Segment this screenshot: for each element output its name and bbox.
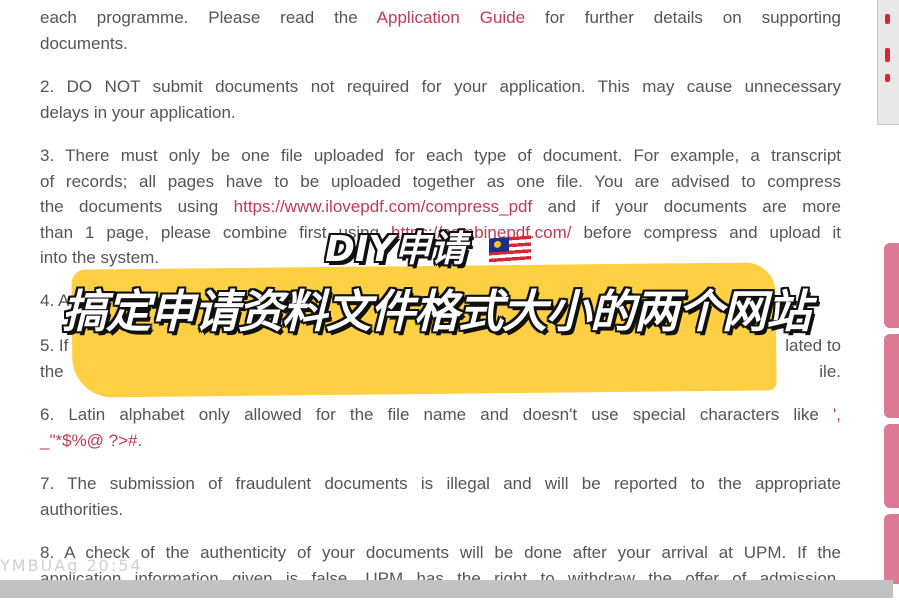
text-line: authorities. (40, 497, 841, 523)
malaysia-flag-icon (489, 235, 531, 263)
side-tab-3[interactable] (884, 424, 899, 508)
side-tab-1[interactable] (884, 243, 899, 328)
text-segment: documents. (40, 33, 128, 53)
horizontal-scrollbar[interactable] (0, 580, 893, 598)
text-segment: before compress and upload it (571, 222, 841, 242)
text-line: 6. Latin alphabet only allowed for the f… (40, 402, 841, 428)
text-line: each programme. Please read the Applicat… (40, 5, 841, 31)
watermark: YMBUAg 20:54 (0, 556, 143, 575)
text-segment: delays in your application. (40, 102, 236, 122)
link[interactable]: https://www.ilovepdf.com/compress_pdf (234, 197, 533, 216)
text-segment: authorities. (40, 499, 124, 519)
side-tab-2[interactable] (884, 334, 899, 418)
text-line: of records; all pages have to be uploade… (40, 169, 841, 195)
text-segment: . (137, 430, 143, 450)
text-segment: into the system. (40, 248, 160, 267)
text-line: _"*$%@ ?>#. (40, 428, 841, 454)
alert-mark-icon (885, 14, 890, 24)
text-segment: and if your documents are more (532, 197, 841, 216)
text-line: delays in your application. (40, 100, 841, 126)
paragraph-7: 7. The submission of fraudulent document… (40, 471, 841, 522)
paragraph-6: 6. Latin alphabet only allowed for the f… (40, 402, 841, 453)
side-tab-4[interactable] (884, 514, 899, 584)
text-line: 8. A check of the authenticity of your d… (40, 540, 841, 566)
link[interactable]: Application Guide (377, 8, 525, 27)
text-segment: 3. There must only be one file uploaded … (40, 146, 841, 165)
text-segment: 6. Latin alphabet only allowed for the f… (40, 405, 834, 424)
text-segment: the (40, 361, 64, 381)
overlay-subtitle: 搞定申请资料文件格式大小的两个网站 (62, 285, 811, 338)
link[interactable]: ', (833, 405, 841, 424)
text-segment: 2. DO NOT submit documents not required … (40, 77, 841, 96)
overlay-title: DIY申请 (325, 229, 467, 270)
side-panel[interactable] (877, 0, 899, 125)
alert-mark-icon (885, 48, 890, 62)
text-segment: ile. (819, 361, 841, 381)
text-segment: for further details on supporting (525, 8, 841, 27)
text-line: 7. The submission of fraudulent document… (40, 471, 841, 497)
text-line: 2. DO NOT submit documents not required … (40, 74, 841, 100)
paragraph-2: 2. DO NOT submit documents not required … (40, 74, 841, 125)
paragraph-1: each programme. Please read the Applicat… (40, 5, 841, 56)
text-line: 3. There must only be one file uploaded … (40, 143, 841, 169)
text-segment: the documents using (40, 197, 234, 216)
text-segment: 7. The submission of fraudulent document… (40, 474, 841, 493)
text-segment: of records; all pages have to be uploade… (40, 171, 841, 191)
alert-mark-icon (885, 74, 890, 82)
text-line: the documents using https://www.ilovepdf… (40, 194, 841, 220)
text-segment: 8. A check of the authenticity of your d… (40, 543, 841, 562)
text-segment: each programme. Please read the (40, 8, 377, 27)
link[interactable]: _"*$%@ ?># (40, 431, 138, 450)
text-line: documents. (40, 31, 841, 57)
